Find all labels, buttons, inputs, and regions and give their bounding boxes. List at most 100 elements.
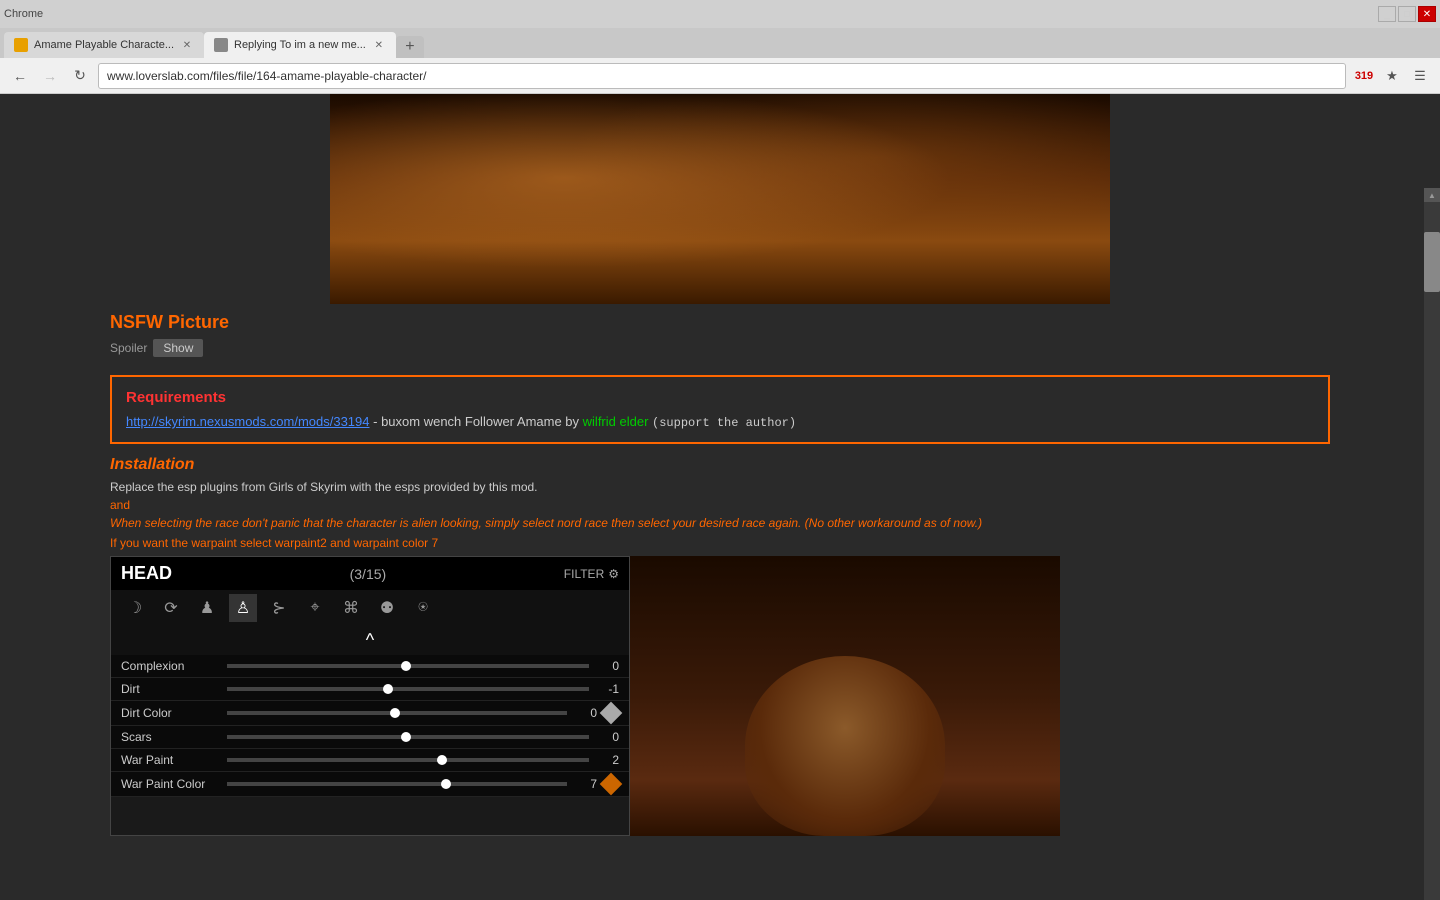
slider-row-1[interactable]: Dirt -1 (111, 678, 629, 701)
game-icon-2[interactable]: ♟ (193, 594, 221, 622)
menu-button[interactable]: ☰ (1408, 64, 1432, 88)
game-icon-5[interactable]: ⌖ (301, 594, 329, 622)
game-icon-3[interactable]: ♙ (229, 594, 257, 622)
new-tab-button[interactable]: + (396, 36, 424, 58)
game-filter: FILTER ⚙ (564, 567, 619, 581)
page-viewport: NSFW Picture Spoiler Show Requirements h… (0, 94, 1440, 900)
character-portrait (745, 656, 945, 836)
slider-value-5: 7 (573, 777, 597, 791)
installation-section: Installation Replace the esp plugins fro… (110, 456, 1330, 550)
install-line1: Replace the esp plugins from Girls of Sk… (110, 480, 1330, 494)
up-chevron[interactable]: ^ (111, 626, 629, 655)
slider-value-2: 0 (573, 706, 597, 720)
requirements-link[interactable]: http://skyrim.nexusmods.com/mods/33194 (126, 414, 370, 429)
game-icon-7[interactable]: ⚉ (373, 594, 401, 622)
filter-icon[interactable]: ⚙ (608, 567, 619, 581)
nsfw-section: NSFW Picture Spoiler Show (110, 304, 1330, 365)
slider-row-3[interactable]: Scars 0 (111, 726, 629, 749)
slider-value-1: -1 (595, 682, 619, 696)
author-name: wilfrid elder (583, 414, 649, 429)
nsfw-title: NSFW Picture (110, 312, 1330, 333)
hero-image (330, 94, 1110, 304)
scrollbar[interactable]: ▲ ▼ (1424, 188, 1440, 900)
spoiler-row: Spoiler Show (110, 339, 1330, 357)
slider-name-4: War Paint (121, 753, 221, 767)
install-warpaint: If you want the warpaint select warpaint… (110, 536, 1330, 550)
slider-diamond-5[interactable] (600, 773, 623, 796)
back-button[interactable]: ← (8, 64, 32, 88)
tab-close-replying[interactable]: ✕ (372, 38, 386, 52)
slider-thumb-1 (383, 684, 393, 694)
game-icon-8[interactable]: ⍟ (409, 594, 437, 622)
slider-value-3: 0 (595, 730, 619, 744)
reload-button[interactable]: ↻ (68, 64, 92, 88)
close-button[interactable]: ✕ (1418, 6, 1436, 22)
game-icon-6[interactable]: ⌘ (337, 594, 365, 622)
tab-amame[interactable]: Amame Playable Characte... ✕ (4, 32, 204, 58)
nav-bar: ← → ↻ www.loverslab.com/files/file/164-a… (0, 58, 1440, 94)
slider-track-1[interactable] (227, 687, 589, 691)
slider-track-5[interactable] (227, 782, 567, 786)
window-title: Chrome (4, 8, 43, 20)
requirements-separator: - buxom wench Follower Amame by (373, 414, 583, 429)
slider-row-5[interactable]: War Paint Color 7 (111, 772, 629, 797)
address-text: www.loverslab.com/files/file/164-amame-p… (107, 69, 426, 83)
slider-row-2[interactable]: Dirt Color0 (111, 701, 629, 726)
sliders-container: Complexion 0 Dirt -1 Dirt Color0 Scars 0 War Pa… (111, 655, 629, 797)
spoiler-label: Spoiler (110, 341, 147, 355)
support-text: (support the author) (652, 416, 796, 430)
show-button[interactable]: Show (153, 339, 203, 357)
extensions-button[interactable]: 319 (1352, 64, 1376, 88)
slider-track-2[interactable] (227, 711, 567, 715)
slider-name-3: Scars (121, 730, 221, 744)
slider-thumb-5 (441, 779, 451, 789)
slider-row-0[interactable]: Complexion 0 (111, 655, 629, 678)
tab-replying[interactable]: Replying To im a new me... ✕ (204, 32, 396, 58)
slider-thumb-2 (390, 708, 400, 718)
title-bar: Chrome _ □ ✕ (0, 0, 1440, 28)
slider-track-0[interactable] (227, 664, 589, 668)
minimize-button[interactable]: _ (1378, 6, 1396, 22)
page-wrapper: NSFW Picture Spoiler Show Requirements h… (110, 94, 1330, 836)
slider-track-3[interactable] (227, 735, 589, 739)
slider-track-4[interactable] (227, 758, 589, 762)
page-content: NSFW Picture Spoiler Show Requirements h… (0, 94, 1440, 836)
window-controls: _ □ ✕ (1378, 6, 1436, 22)
hero-image-inner (330, 94, 1110, 304)
game-icons-row: ☽ ⟳ ♟ ♙ ⊱ ⌖ ⌘ ⚉ ⍟ (111, 590, 629, 626)
character-bg (630, 556, 1060, 836)
game-count: (3/15) (350, 566, 387, 582)
install-italic: When selecting the race don't panic that… (110, 516, 1330, 530)
browser-chrome: Chrome _ □ ✕ Amame Playable Characte... … (0, 0, 1440, 94)
forward-button[interactable]: → (38, 64, 62, 88)
address-bar[interactable]: www.loverslab.com/files/file/164-amame-p… (98, 63, 1346, 89)
nav-actions: 319 ★ ☰ (1352, 64, 1432, 88)
tab-favicon-amame (14, 38, 28, 52)
game-icon-1[interactable]: ⟳ (157, 594, 185, 622)
scroll-up-button[interactable]: ▲ (1424, 188, 1440, 202)
game-icon-4[interactable]: ⊱ (265, 594, 293, 622)
bookmark-button[interactable]: ★ (1380, 64, 1404, 88)
slider-row-4[interactable]: War Paint 2 (111, 749, 629, 772)
slider-value-0: 0 (595, 659, 619, 673)
tab-favicon-replying (214, 38, 228, 52)
tabs-bar: Amame Playable Characte... ✕ Replying To… (0, 28, 1440, 58)
game-icon-0[interactable]: ☽ (121, 594, 149, 622)
maximize-button[interactable]: □ (1398, 6, 1416, 22)
head-label: HEAD (121, 563, 172, 584)
scrollbar-thumb[interactable] (1424, 232, 1440, 292)
slider-name-0: Complexion (121, 659, 221, 673)
slider-value-4: 2 (595, 753, 619, 767)
requirements-box: Requirements http://skyrim.nexusmods.com… (110, 375, 1330, 444)
slider-thumb-4 (437, 755, 447, 765)
slider-name-5: War Paint Color (121, 777, 221, 791)
game-screenshot-wrapper: HEAD (3/15) FILTER ⚙ ☽ ⟳ ♟ ♙ ⊱ (110, 556, 1330, 836)
requirements-content: http://skyrim.nexusmods.com/mods/33194 -… (126, 414, 1314, 430)
tab-close-amame[interactable]: ✕ (180, 38, 194, 52)
slider-name-1: Dirt (121, 682, 221, 696)
game-header: HEAD (3/15) FILTER ⚙ (111, 557, 629, 590)
slider-diamond-2[interactable] (600, 702, 623, 725)
install-and: and (110, 498, 1330, 512)
requirements-title: Requirements (126, 389, 1314, 406)
game-screenshot: HEAD (3/15) FILTER ⚙ ☽ ⟳ ♟ ♙ ⊱ (110, 556, 630, 836)
